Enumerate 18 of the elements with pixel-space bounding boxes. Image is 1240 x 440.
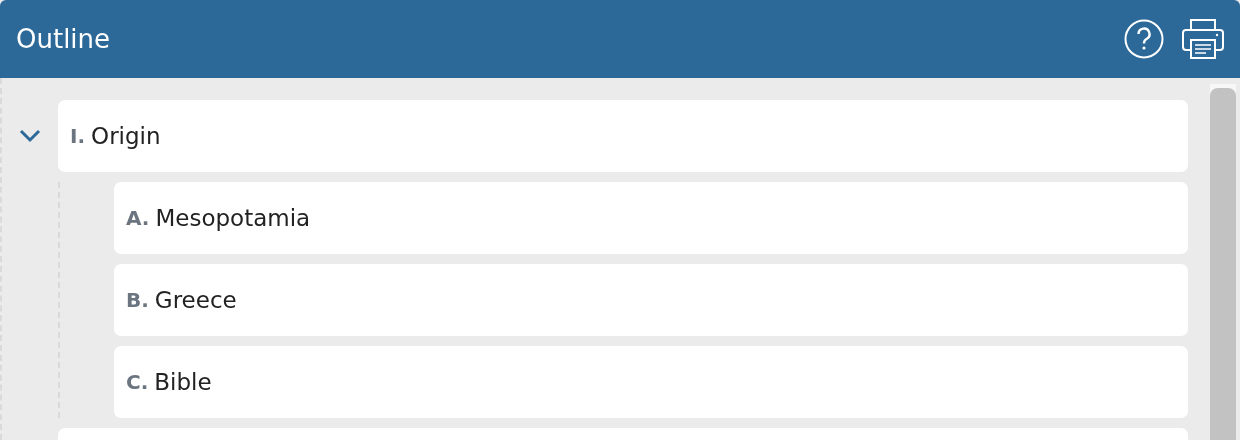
item-label: Bible bbox=[154, 369, 212, 395]
item-label: Mesopotamia bbox=[155, 205, 311, 231]
outline-item[interactable]: C. Bible bbox=[114, 346, 1188, 418]
item-numeral: B. bbox=[126, 288, 149, 312]
print-button[interactable] bbox=[1182, 18, 1224, 60]
help-icon bbox=[1124, 19, 1164, 59]
item-label: Greece bbox=[154, 287, 237, 313]
outline-item[interactable]: B. Greece bbox=[114, 264, 1188, 336]
outline-item[interactable]: A. Mesopotamia bbox=[114, 182, 1188, 254]
help-button[interactable] bbox=[1124, 19, 1164, 59]
outline-item[interactable]: I. Origin bbox=[58, 100, 1188, 172]
chevron-down-icon bbox=[19, 129, 41, 143]
panel-title: Outline bbox=[16, 24, 112, 54]
printer-icon bbox=[1182, 18, 1224, 60]
item-numeral: A. bbox=[126, 206, 150, 230]
item-numeral: I. bbox=[70, 124, 86, 148]
item-label: Origin bbox=[91, 123, 161, 149]
item-numeral: C. bbox=[126, 370, 149, 394]
